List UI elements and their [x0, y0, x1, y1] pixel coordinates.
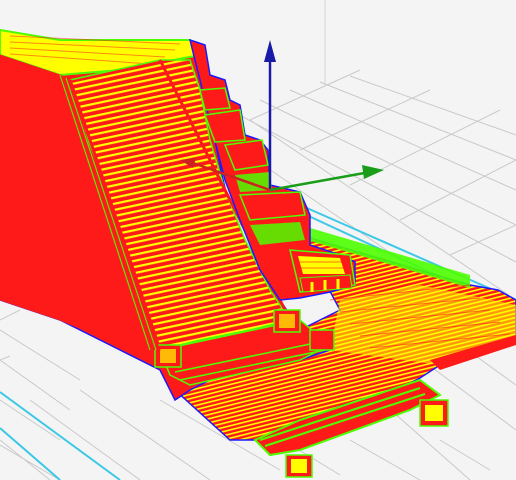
x-axis-handle [269, 170, 371, 192]
3d-viewport[interactable] [0, 0, 516, 480]
y-axis-arrow [264, 40, 276, 62]
scene-canvas[interactable] [0, 0, 516, 480]
x-axis-arrow [362, 165, 384, 179]
